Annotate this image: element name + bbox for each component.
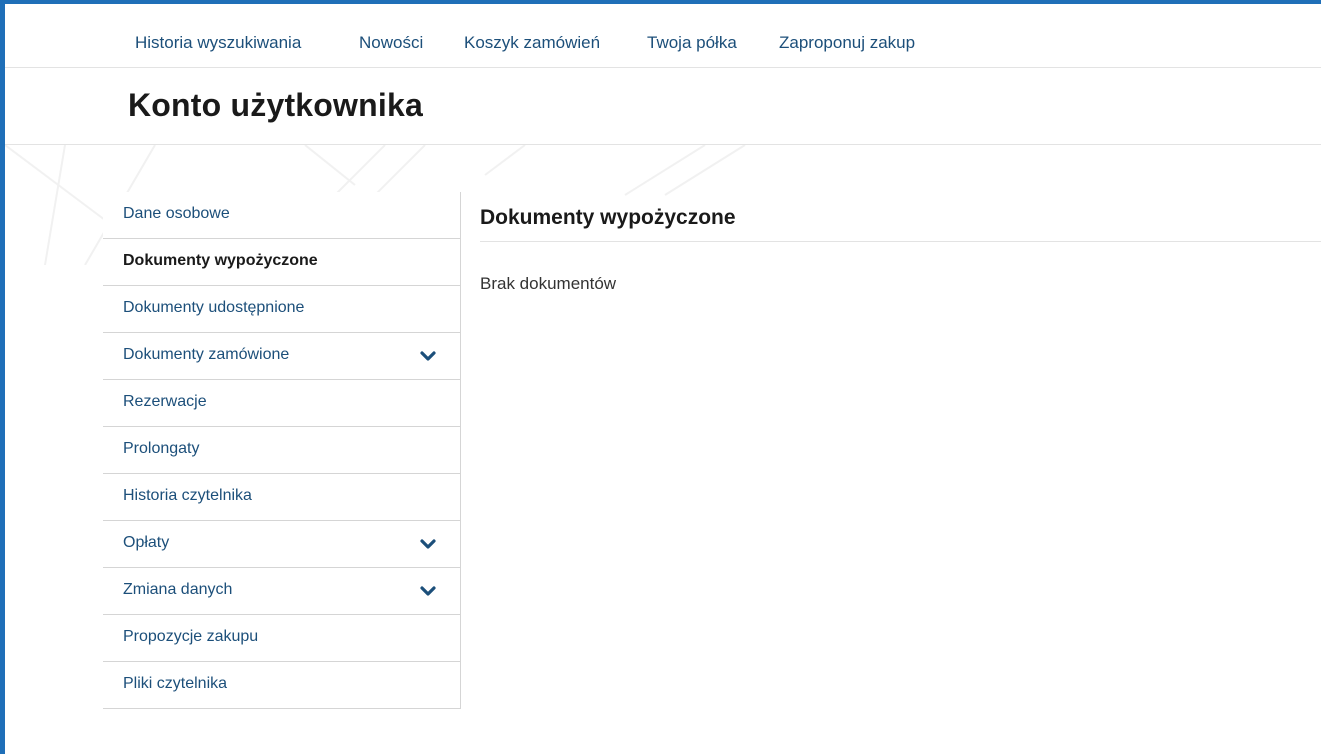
nav-link-suggest-purchase[interactable]: Zaproponuj zakup <box>779 33 915 53</box>
chevron-down-icon[interactable] <box>420 538 436 550</box>
sidebar-item-shared-documents[interactable]: Dokumenty udostępnione <box>103 286 460 333</box>
sidebar-item-label: Propozycje zakupu <box>123 628 259 645</box>
chevron-down-icon[interactable] <box>420 585 436 597</box>
section-title: Dokumenty wypożyczone <box>480 206 736 229</box>
sidebar-item-renewals[interactable]: Prolongaty <box>103 427 460 474</box>
sidebar-item-personal-data[interactable]: Dane osobowe <box>103 192 460 239</box>
sidebar-item-label: Opłaty <box>123 534 170 551</box>
sidebar-item-label: Zmiana danych <box>123 581 233 598</box>
account-sidebar: Dane osobowe Dokumenty wypożyczone Dokum… <box>103 192 461 709</box>
sidebar-item-label: Dane osobowe <box>123 205 230 222</box>
chevron-down-icon[interactable] <box>420 350 436 362</box>
nav-link-new-items[interactable]: Nowości <box>359 33 423 53</box>
sidebar-item-reservations[interactable]: Rezerwacje <box>103 380 460 427</box>
sidebar-item-purchase-suggestions[interactable]: Propozycje zakupu <box>103 615 460 662</box>
section-divider <box>480 241 1321 242</box>
sidebar-item-reader-files[interactable]: Pliki czytelnika <box>103 662 460 709</box>
sidebar-item-change-data[interactable]: Zmiana danych <box>103 568 460 615</box>
sidebar-item-label: Dokumenty wypożyczone <box>123 252 318 269</box>
sidebar-item-label: Pliki czytelnika <box>123 675 228 692</box>
sidebar-item-label: Rezerwacje <box>123 393 207 410</box>
nav-link-search-history[interactable]: Historia wyszukiwania <box>135 33 301 53</box>
sidebar-item-borrowed-documents[interactable]: Dokumenty wypożyczone <box>103 239 460 286</box>
sidebar-item-reader-history[interactable]: Historia czytelnika <box>103 474 460 521</box>
sidebar-item-label: Dokumenty zamówione <box>123 346 290 363</box>
nav-link-your-shelf[interactable]: Twoja półka <box>647 33 737 53</box>
sidebar-item-label: Historia czytelnika <box>123 487 252 504</box>
nav-link-order-basket[interactable]: Koszyk zamówień <box>464 33 600 53</box>
page-header: Konto użytkownika <box>5 68 1321 145</box>
top-navigation: Historia wyszukiwania Nowości Koszyk zam… <box>5 4 1321 68</box>
page-title: Konto użytkownika <box>128 87 423 123</box>
empty-state-message: Brak dokumentów <box>480 274 617 293</box>
sidebar-item-fees[interactable]: Opłaty <box>103 521 460 568</box>
sidebar-item-ordered-documents[interactable]: Dokumenty zamówione <box>103 333 460 380</box>
sidebar-item-label: Dokumenty udostępnione <box>123 299 305 316</box>
sidebar-item-label: Prolongaty <box>123 440 200 457</box>
